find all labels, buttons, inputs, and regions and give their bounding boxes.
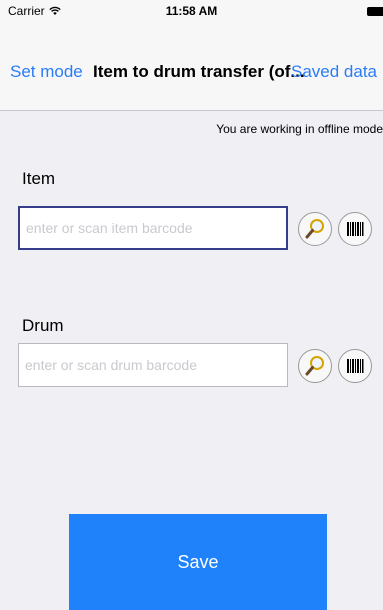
navigation-bar: Set mode Item to drum transfer (of... Sa… <box>0 22 383 111</box>
set-mode-button[interactable]: Set mode <box>10 62 83 82</box>
drum-barcode-input[interactable] <box>18 343 288 387</box>
magnifier-icon <box>305 356 324 376</box>
page-title: Item to drum transfer (of... <box>93 62 305 81</box>
item-scan-button[interactable] <box>338 212 372 246</box>
battery-icon <box>367 7 383 16</box>
drum-label: Drum <box>22 316 64 335</box>
drum-search-button[interactable] <box>298 349 332 383</box>
drum-scan-button[interactable] <box>338 349 372 383</box>
magnifier-icon <box>305 219 324 239</box>
offline-notice: You are working in offline mode <box>216 122 383 136</box>
item-label: Item <box>22 169 56 188</box>
save-button[interactable]: Save <box>69 514 327 610</box>
status-bar: Carrier 11:58 AM <box>0 0 383 22</box>
saved-data-button[interactable]: Saved data <box>291 62 377 82</box>
barcode-icon <box>347 222 364 236</box>
item-barcode-input[interactable] <box>18 206 288 250</box>
barcode-icon <box>347 359 364 373</box>
status-time: 11:58 AM <box>165 4 218 18</box>
item-search-button[interactable] <box>298 212 332 246</box>
